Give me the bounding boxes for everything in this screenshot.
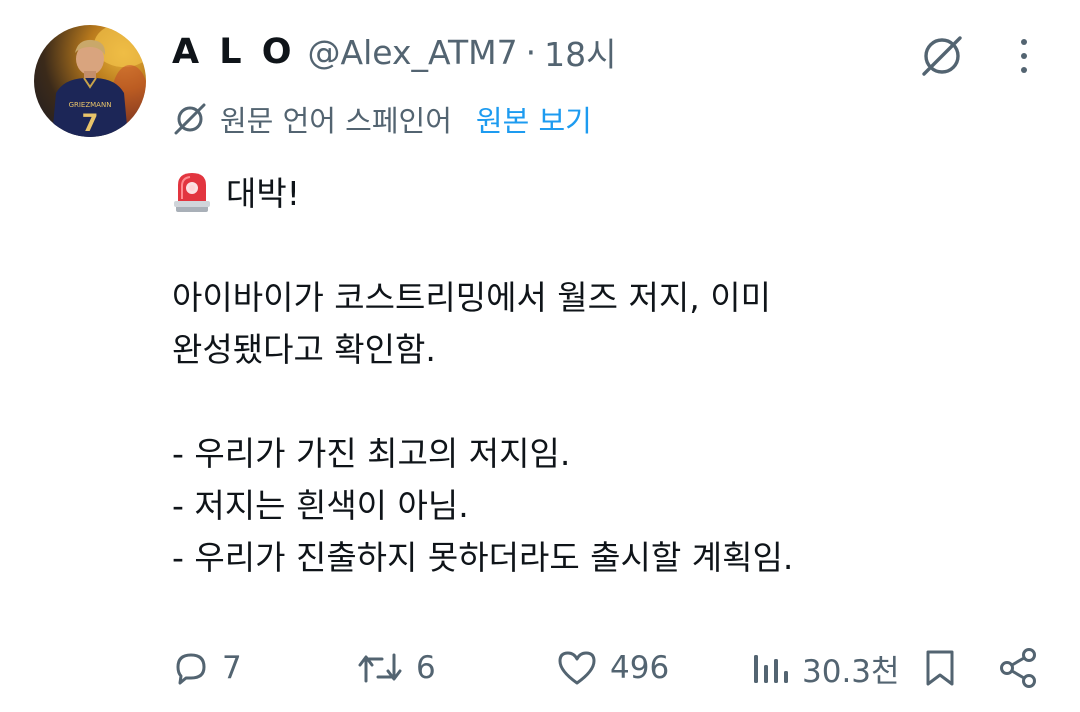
views-button[interactable]: 30.3천 (750, 640, 900, 696)
reply-button[interactable]: 7 (172, 640, 242, 696)
avatar-image: GRIEZMANN 7 (52, 25, 146, 137)
avatar-jersey-name: GRIEZMANN (69, 101, 112, 109)
tweet-line: - 우리가 진출하지 못하더라도 출시할 계획임. (172, 538, 794, 577)
retweet-count: 6 (416, 650, 436, 686)
tweet-line-text: 대박! (226, 174, 300, 213)
show-original-link[interactable]: 원본 보기 (476, 98, 592, 140)
share-icon (1000, 648, 1036, 688)
author-name[interactable]: A L O (172, 32, 296, 72)
views-count: 30.3천 (802, 653, 900, 690)
tweet-line: - 우리가 가진 최고의 저지임. (172, 434, 571, 473)
timestamp[interactable]: 18시 (544, 28, 616, 76)
more-options-button[interactable] (1004, 30, 1044, 82)
tweet-text: 대박! 아이바이가 코스트리밍에서 월즈 저지, 이미 완성됐다고 확인함. -… (172, 168, 1032, 584)
translate-icon (174, 103, 206, 135)
bookmark-button[interactable] (922, 640, 958, 696)
like-icon (558, 651, 596, 685)
translation-notice: 원문 언어 스페인어 원본 보기 (172, 96, 592, 142)
views-icon (754, 655, 788, 683)
siren-emoji (172, 171, 212, 228)
tweet-line: 대박! (172, 168, 1032, 220)
like-count: 496 (610, 650, 670, 686)
avatar[interactable]: GRIEZMANN 7 (34, 25, 146, 137)
tweet-line: - 저지는 흰색이 아님. (172, 486, 469, 525)
tweet-actions: 7 6 496 30.3천 (0, 640, 1080, 696)
share-button[interactable] (998, 640, 1040, 696)
reply-count: 7 (222, 650, 242, 686)
bookmark-icon (926, 650, 954, 686)
tweet-header: A L O @Alex_ATM7 · 18시 (172, 28, 617, 76)
author-handle[interactable]: @Alex_ATM7 (308, 33, 518, 72)
tweet-line: 아이바이가 코스트리밍에서 월즈 저지, 이미 (172, 278, 771, 317)
retweet-icon (358, 653, 402, 683)
reply-icon (176, 653, 206, 685)
more-icon (1021, 39, 1027, 73)
retweet-button[interactable]: 6 (356, 640, 436, 696)
like-button[interactable]: 496 (556, 640, 669, 696)
grok-icon (922, 36, 962, 76)
original-language-note: 원문 언어 스페인어 (220, 104, 452, 138)
tweet-line: 완성됐다고 확인함. (172, 330, 436, 369)
avatar-jersey-number: 7 (82, 109, 99, 137)
separator-dot: · (525, 32, 537, 72)
grok-button[interactable] (916, 30, 968, 82)
